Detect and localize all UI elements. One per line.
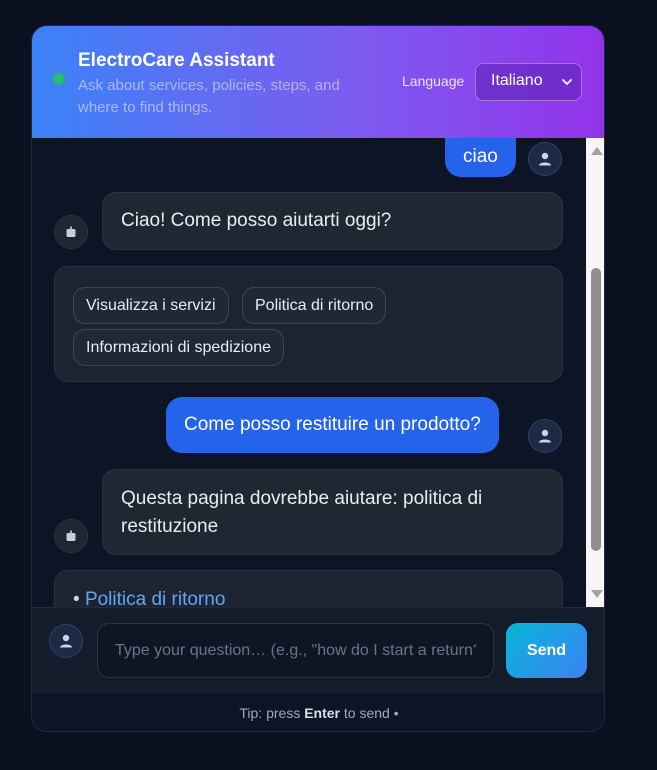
language-selected-value: Italiano: [491, 72, 543, 89]
chat-header: ElectroCare Assistant Ask about services…: [32, 26, 604, 138]
return-policy-link[interactable]: Politica di ritorno: [85, 589, 225, 607]
bot-message-text: Ciao! Come posso aiutarti oggi?: [121, 210, 392, 231]
person-icon: [539, 152, 551, 166]
bot-message-bubble: Questa pagina dovrebbe aiutare: politica…: [102, 469, 563, 555]
bot-message-bubble: Ciao! Come posso aiutarti oggi?: [102, 192, 563, 250]
bot-avatar: [54, 215, 88, 249]
quick-reply-return-policy[interactable]: Politica di ritorno: [242, 287, 387, 324]
chevron-down-icon: [562, 79, 572, 85]
user-message-text: Come posso restituire un prodotto?: [184, 414, 481, 435]
tip-prefix: Tip: press: [239, 705, 301, 721]
assistant-subtitle: Ask about services, policies, steps, and…: [78, 77, 340, 116]
tip-key: Enter: [304, 705, 341, 721]
user-avatar: [49, 624, 83, 658]
footer-tip: Tip: press Enter to send •: [32, 693, 604, 731]
bot-avatar: [54, 519, 88, 553]
user-message-bubble: Come posso restituire un prodotto?: [166, 397, 499, 453]
person-icon: [539, 429, 551, 443]
language-select[interactable]: Italiano: [475, 63, 582, 101]
quick-reply-services[interactable]: Visualizza i servizi: [73, 287, 229, 324]
quick-replies-card: Visualizza i servizi Politica di ritorno…: [54, 266, 563, 382]
user-avatar: [528, 419, 562, 453]
bot-icon: [66, 226, 76, 237]
quick-reply-shipping-info[interactable]: Informazioni di spedizione: [73, 329, 284, 366]
related-links-card: • Politica di ritorno: [54, 570, 563, 607]
chat-widget: ElectroCare Assistant Ask about services…: [31, 25, 605, 732]
scroll-down-arrow-icon[interactable]: [591, 590, 603, 598]
bot-message-text: Questa pagina dovrebbe aiutare: politica…: [121, 488, 483, 537]
bot-icon: [66, 530, 76, 541]
language-label: Language: [402, 73, 465, 89]
message-composer: Send: [32, 607, 604, 693]
send-button[interactable]: Send: [506, 623, 587, 678]
tip-suffix: to send •: [343, 705, 399, 721]
link-bullet: •: [73, 589, 80, 607]
message-list[interactable]: ciao Ciao! Come posso aiutarti oggi? Vis…: [32, 138, 586, 607]
person-icon: [60, 634, 72, 648]
message-scrollbar[interactable]: [586, 138, 604, 607]
scrollbar-thumb[interactable]: [591, 268, 601, 551]
message-input[interactable]: [97, 623, 494, 678]
user-avatar: [528, 142, 562, 176]
assistant-title: ElectroCare Assistant: [78, 50, 275, 71]
user-message-text: ciao: [463, 145, 498, 167]
online-status-indicator: [54, 74, 64, 84]
user-message-bubble: ciao: [445, 138, 516, 177]
scroll-up-arrow-icon[interactable]: [591, 147, 603, 155]
